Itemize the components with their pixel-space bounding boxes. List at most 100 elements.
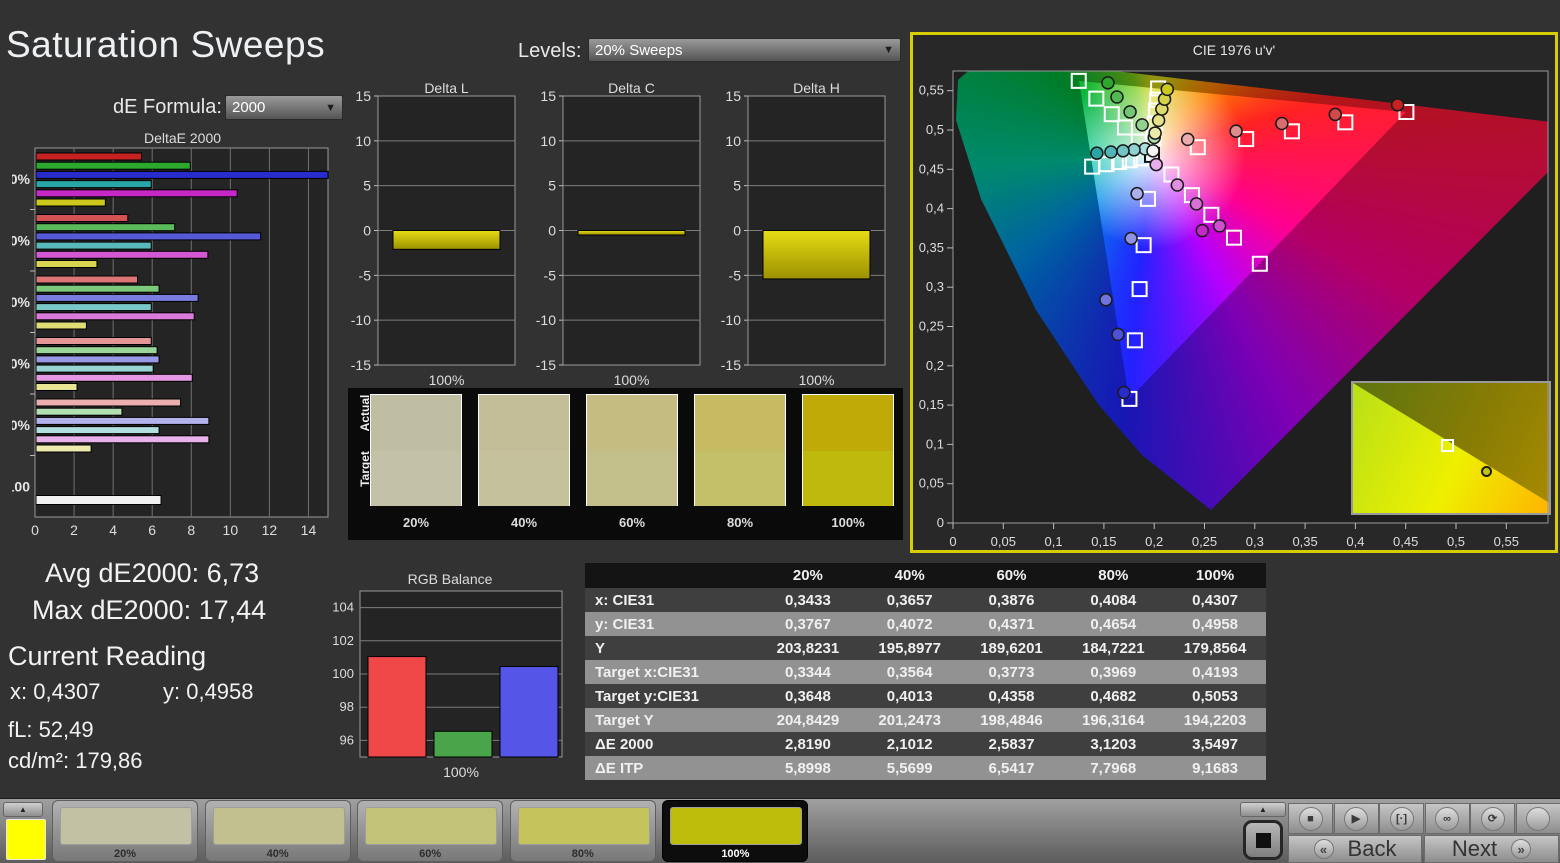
back-icon: « bbox=[1313, 839, 1334, 859]
svg-text:0,2: 0,2 bbox=[926, 358, 944, 373]
svg-text:100%: 100% bbox=[799, 372, 835, 388]
table-cell: 0,3648 bbox=[784, 687, 831, 705]
patch-color bbox=[365, 807, 498, 845]
table-cell: 194,2203 bbox=[1183, 711, 1247, 729]
table-header-row: 20% 40% 60% 80% 100% bbox=[585, 563, 1266, 588]
row-label: Target Y bbox=[595, 711, 654, 729]
measurement-table: 20% 40% 60% 80% 100% x: CIE31 0,3433 0,3657 0,38… bbox=[585, 563, 1266, 780]
swatch-label: 20% bbox=[402, 515, 430, 530]
svg-text:5: 5 bbox=[548, 178, 556, 194]
table-cell: 0,3564 bbox=[886, 663, 933, 681]
loop-button[interactable]: ⟳ bbox=[1470, 803, 1515, 834]
reading-y: y: 0,4958 bbox=[163, 679, 254, 704]
svg-text:0,55: 0,55 bbox=[1494, 534, 1519, 549]
blank-icon bbox=[1526, 806, 1550, 831]
svg-text:-10: -10 bbox=[721, 312, 741, 328]
column-header: 60% bbox=[996, 567, 1027, 584]
svg-text:104: 104 bbox=[332, 600, 354, 615]
svg-text:-15: -15 bbox=[721, 357, 741, 373]
svg-text:0: 0 bbox=[363, 223, 371, 239]
column-header: 80% bbox=[1098, 567, 1129, 584]
table-cell: 196,3164 bbox=[1082, 711, 1145, 729]
table-cell: 2,1012 bbox=[886, 735, 933, 753]
back-button[interactable]: « Back bbox=[1288, 835, 1422, 863]
table-row: Target Y 204,8429 201,2473 198,4846 196,3164… bbox=[585, 708, 1266, 732]
de-formula-value: 2000 bbox=[232, 99, 266, 116]
svg-text:98: 98 bbox=[340, 699, 354, 714]
next-label: Next bbox=[1451, 836, 1498, 861]
svg-text:0: 0 bbox=[949, 534, 956, 549]
cie-zoom-inset bbox=[1351, 381, 1551, 515]
svg-text:0: 0 bbox=[548, 223, 556, 239]
table-row: ΔE ITP 5,8998 5,5699 6,5417 7,7968 9,1683 bbox=[585, 756, 1266, 780]
patch-button-60%[interactable]: 60% bbox=[357, 800, 504, 862]
svg-text:5: 5 bbox=[363, 178, 371, 194]
max-de2000: Max dE2000: 17,44 bbox=[32, 595, 267, 625]
svg-text:0,15: 0,15 bbox=[1091, 534, 1116, 549]
patch-button-40%[interactable]: 40% bbox=[204, 800, 351, 862]
svg-text:0,45: 0,45 bbox=[919, 161, 944, 176]
table-cell: 0,3344 bbox=[784, 663, 831, 681]
table-row: Target x:CIE31 0,3344 0,3564 0,3773 0,3969 0,… bbox=[585, 660, 1266, 684]
table-cell: 0,3767 bbox=[784, 615, 831, 633]
table-cell: 184,7221 bbox=[1082, 639, 1145, 657]
column-header: 40% bbox=[894, 567, 925, 584]
patch-button-80%[interactable]: 80% bbox=[509, 800, 656, 862]
svg-text:0,3: 0,3 bbox=[926, 279, 944, 294]
current-patch-swatch[interactable] bbox=[6, 819, 46, 860]
stop-icon bbox=[1255, 832, 1271, 848]
inset-measured-circle bbox=[1481, 466, 1492, 477]
table-cell: 3,5497 bbox=[1192, 735, 1239, 753]
stop-current-button[interactable] bbox=[1243, 820, 1283, 860]
meter-up-button[interactable]: ▲ bbox=[1240, 802, 1286, 817]
table-cell: 198,4846 bbox=[980, 711, 1043, 729]
patch-label: 20% bbox=[113, 848, 137, 860]
table-cell: 5,5699 bbox=[886, 759, 933, 777]
table-cell: 0,4013 bbox=[886, 687, 933, 705]
table-cell: 195,8977 bbox=[878, 639, 941, 657]
svg-text:100%: 100% bbox=[429, 372, 465, 388]
cie-diagram-panel[interactable]: CIE 1976 u'v' 0 0 0,05 0,05 0,1 0,1 0,15 0,15 0,… bbox=[910, 32, 1558, 553]
svg-text:15: 15 bbox=[725, 88, 741, 104]
svg-text:-10: -10 bbox=[536, 312, 556, 328]
row-label: ΔE 2000 bbox=[595, 735, 654, 753]
patch-color bbox=[670, 807, 803, 845]
table-cell: 203,8231 bbox=[776, 639, 840, 657]
svg-text:8: 8 bbox=[187, 522, 195, 538]
table-cell: 0,4654 bbox=[1090, 615, 1137, 633]
de-formula-dropdown[interactable]: 2000 ▼ bbox=[225, 95, 343, 120]
svg-text:60%: 60% bbox=[12, 294, 31, 310]
continuous-measure-button[interactable]: ∞ bbox=[1424, 803, 1470, 834]
delta-c-chart: 15 10 5 0 -5 -10 -15 100% bbox=[536, 88, 701, 388]
row-label: Y bbox=[595, 639, 606, 657]
row-label: y: CIE31 bbox=[595, 615, 655, 633]
table-cell: 0,3876 bbox=[988, 591, 1035, 609]
svg-text:20%: 20% bbox=[12, 417, 31, 433]
actual-target-swatch bbox=[802, 394, 894, 506]
levels-dropdown[interactable]: 20% Sweeps ▼ bbox=[588, 38, 901, 62]
table-cell: 0,4358 bbox=[988, 687, 1035, 705]
table-cell: 2,8190 bbox=[784, 735, 831, 753]
swatch-label: 80% bbox=[726, 515, 754, 530]
svg-text:100: 100 bbox=[332, 666, 354, 681]
patch-list-up-button[interactable]: ▲ bbox=[3, 802, 43, 817]
de-formula-label: dE Formula: bbox=[113, 96, 222, 118]
stop-button[interactable]: ■ bbox=[1288, 803, 1333, 834]
blank-button[interactable] bbox=[1515, 803, 1560, 834]
row-label: ΔE ITP bbox=[595, 759, 644, 777]
chevron-down-icon: ▼ bbox=[325, 101, 336, 114]
row-label: Target y:CIE31 bbox=[595, 687, 699, 705]
continuous-measure-icon: ∞ bbox=[1435, 806, 1459, 831]
page-title: Saturation Sweeps bbox=[6, 24, 326, 65]
patch-button-100%[interactable]: 100% bbox=[662, 800, 809, 862]
svg-text:102: 102 bbox=[332, 633, 354, 648]
table-cell: 0,4307 bbox=[1192, 591, 1239, 609]
current-reading-heading: Current Reading bbox=[8, 641, 207, 671]
table-cell: 0,3969 bbox=[1090, 663, 1137, 681]
next-button[interactable]: Next » bbox=[1424, 835, 1559, 863]
patch-button-20%[interactable]: 20% bbox=[52, 800, 198, 862]
single-measure-button[interactable]: [·] bbox=[1379, 803, 1424, 834]
table-cell: 0,4193 bbox=[1192, 663, 1239, 681]
play-button[interactable]: ▶ bbox=[1333, 803, 1379, 834]
chevron-down-icon: ▼ bbox=[883, 44, 894, 56]
